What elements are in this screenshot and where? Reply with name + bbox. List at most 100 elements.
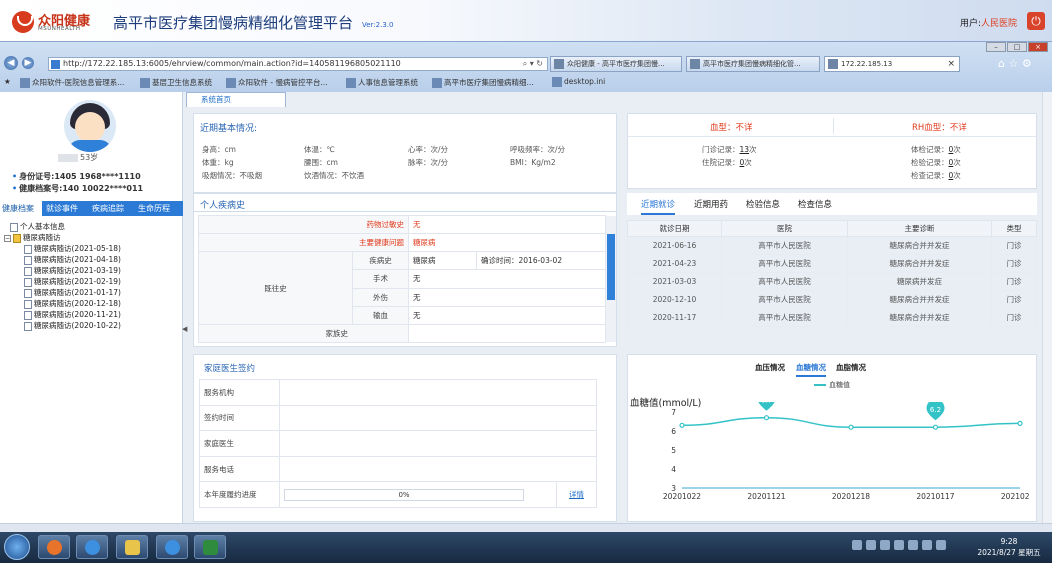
vital-bmi: BMI：Kg/m2: [510, 158, 556, 167]
tab-recent-medication[interactable]: 近期用药: [694, 198, 728, 210]
taskbar-app[interactable]: [116, 535, 148, 559]
health-value: 140 10022****011: [62, 184, 144, 193]
tree-item[interactable]: 糖尿病随访(2020-12-18): [24, 298, 121, 309]
taskbar-app[interactable]: [76, 535, 108, 559]
tab-close-icon[interactable]: ×: [947, 57, 955, 71]
tab-blood-pressure[interactable]: 血压情况: [755, 362, 785, 373]
outpatient-record[interactable]: 门诊记录：13次: [702, 144, 757, 155]
tree-item[interactable]: 糖尿病随访(2021-04-18): [24, 254, 121, 265]
tree-node-personal[interactable]: 个人基本信息: [10, 221, 65, 232]
tab-lab-info[interactable]: 检验信息: [746, 198, 780, 210]
visit-hospital: 高平市人民医院: [721, 236, 848, 255]
trauma-value: 无: [408, 287, 606, 307]
home-icon[interactable]: ⌂: [998, 57, 1005, 70]
maximize-icon[interactable]: □: [1007, 42, 1027, 52]
collapse-panel-icon[interactable]: ◀: [182, 325, 187, 339]
tree-label: 糖尿病随访(2021-03-19): [34, 266, 121, 275]
favorite-icon: [20, 78, 30, 88]
tray-icon[interactable]: [852, 540, 862, 550]
tray-icon[interactable]: [908, 540, 918, 550]
exam-record[interactable]: 检查记录：0次: [911, 170, 961, 181]
table-row[interactable]: 2021-03-03 高平市人民医院 糖尿病并发症 门诊: [627, 272, 1037, 291]
tray-icon[interactable]: [866, 540, 876, 550]
x-tick-label: 20210219: [1001, 492, 1030, 501]
taskbar-app[interactable]: [194, 535, 226, 559]
tab-exam-info[interactable]: 检查信息: [798, 198, 832, 210]
column-header[interactable]: 主要诊断: [847, 220, 992, 237]
power-icon[interactable]: ⏻: [1027, 12, 1045, 30]
page-vertical-scrollbar[interactable]: [1042, 92, 1052, 523]
favorite-label: 众阳软件 - 慢病管控平台...: [238, 78, 328, 87]
favorite-item[interactable]: 众阳软件-医院信息管理系...: [20, 77, 124, 88]
favorite-item[interactable]: 人事信息管理系统: [346, 77, 418, 88]
favorite-icon: [226, 78, 236, 88]
column-header[interactable]: 类型: [991, 220, 1037, 237]
tree-item[interactable]: 糖尿病随访(2020-11-21): [24, 309, 121, 320]
scroll-thumb[interactable]: [607, 234, 615, 300]
tab-life-course[interactable]: 生命历程: [138, 201, 170, 216]
checkup-record[interactable]: 体检记录：0次: [911, 144, 961, 155]
close-icon[interactable]: ×: [1028, 42, 1048, 52]
taskbar-app[interactable]: [156, 535, 188, 559]
column-header[interactable]: 医院: [721, 220, 848, 237]
lab-record[interactable]: 检验记录：0次: [911, 157, 961, 168]
back-icon[interactable]: ◀: [4, 56, 18, 70]
tab-blood-sugar[interactable]: 血糖情况: [796, 362, 826, 377]
transfusion-value: 无: [408, 305, 606, 325]
table-row[interactable]: 2020-11-17 高平市人民医院 糖尿病合并并发症 门诊: [627, 308, 1037, 327]
search-icon[interactable]: ⌕ ▾ ↻: [523, 58, 543, 70]
history-scrollbar[interactable]: [606, 216, 616, 342]
vital-height: 身高：cm: [202, 145, 236, 154]
favorites-star-icon[interactable]: ★: [4, 77, 11, 86]
star-icon[interactable]: ☆: [1008, 57, 1018, 70]
favorite-item[interactable]: 高平市医疗集团慢病精细...: [432, 77, 534, 88]
tree-item[interactable]: 糖尿病随访(2021-01-17): [24, 287, 121, 298]
browser-tab[interactable]: 高平市医疗集团慢病精细化管...: [686, 56, 820, 72]
minimize-icon[interactable]: –: [986, 42, 1006, 52]
collapse-toggle-icon[interactable]: −: [4, 234, 11, 242]
favorite-item[interactable]: 基层卫生信息系统: [140, 77, 212, 88]
clock[interactable]: 9:28 2021/8/27 星期五: [972, 536, 1046, 558]
tray-icon[interactable]: [894, 540, 904, 550]
tab-disease-tracking[interactable]: 疾病追踪: [92, 201, 124, 216]
table-row[interactable]: 2021-06-16 高平市人民医院 糖尿病合并并发症 门诊: [627, 236, 1037, 255]
page-horizontal-scrollbar[interactable]: [0, 523, 1052, 532]
browser-tab[interactable]: 众阳健康 - 高平市医疗集团慢...: [550, 56, 682, 72]
address-bar[interactable]: http://172.22.185.13:6005/ehrview/common…: [48, 57, 548, 71]
browser-tab-active[interactable]: 172.22.185.13 ×: [824, 56, 960, 72]
forward-icon[interactable]: ▶: [22, 57, 34, 69]
tab-recent-visits[interactable]: 近期就诊: [641, 198, 676, 215]
visit-date: 2021-06-16: [627, 236, 722, 255]
tab-system-home[interactable]: 系统首页: [186, 92, 286, 107]
volume-icon[interactable]: [936, 540, 946, 550]
tab-blood-lipid[interactable]: 血脂情况: [836, 362, 866, 373]
start-button[interactable]: [4, 534, 30, 560]
favorites-bar: ★ 众阳软件-医院信息管理系... 基层卫生信息系统 众阳软件 - 慢病管控平台…: [0, 75, 1052, 91]
taskbar-app[interactable]: [38, 535, 70, 559]
tray-icon[interactable]: [880, 540, 890, 550]
tree-item[interactable]: 糖尿病随访(2021-03-19): [24, 265, 121, 276]
column-header[interactable]: 就诊日期: [627, 220, 722, 237]
tab-health-record[interactable]: 健康档案: [0, 201, 42, 216]
table-row[interactable]: 2020-12-10 高平市人民医院 糖尿病合并并发症 门诊: [627, 290, 1037, 309]
tray-icon[interactable]: [922, 540, 932, 550]
table-row[interactable]: 2021-04-23 高平市人民医院 糖尿病合并并发症 门诊: [627, 254, 1037, 273]
user-name[interactable]: 人民医院: [981, 19, 1017, 29]
tab-visit-events[interactable]: 就诊事件: [46, 201, 78, 216]
visit-hospital: 高平市人民医院: [721, 254, 848, 273]
settings-icon[interactable]: ⚙: [1022, 57, 1032, 70]
inpatient-record[interactable]: 住院记录：0次: [702, 157, 752, 168]
tree-label: 糖尿病随访(2020-12-18): [34, 299, 121, 308]
tree-item[interactable]: 糖尿病随访(2021-05-18): [24, 243, 121, 254]
diagnosis-time: 确诊时间：2016-03-02: [476, 251, 606, 271]
visit-tabs: 近期就诊 近期用药 检验信息 检查信息: [627, 193, 1037, 215]
app-title: 高平市医疗集团慢病精细化管理平台: [113, 14, 354, 32]
favorite-item[interactable]: desktop.ini: [552, 77, 605, 87]
tree-item[interactable]: 糖尿病随访(2021-02-19): [24, 276, 121, 287]
tree-item[interactable]: 糖尿病随访(2020-10-22): [24, 320, 121, 331]
favorite-icon: [346, 78, 356, 88]
tree-node-diabetes[interactable]: − 糖尿病随访: [4, 232, 61, 243]
favorite-item[interactable]: 众阳软件 - 慢病管控平台...: [226, 77, 328, 88]
detail-link[interactable]: 详情: [569, 490, 584, 499]
chart-legend[interactable]: 血糖值: [814, 380, 850, 390]
